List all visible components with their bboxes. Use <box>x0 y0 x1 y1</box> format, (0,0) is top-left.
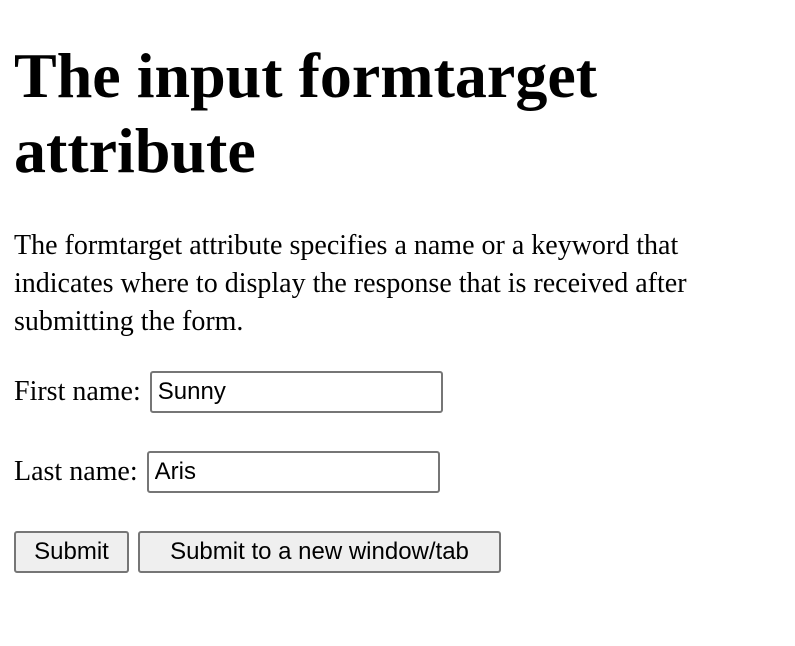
submit-button[interactable]: Submit <box>14 531 129 573</box>
description-text: The formtarget attribute specifies a nam… <box>14 230 687 337</box>
last-name-label: Last name: <box>14 456 138 487</box>
first-name-input[interactable] <box>149 371 443 413</box>
last-name-row: Last name: <box>14 451 781 493</box>
first-name-row: First name: <box>14 371 781 413</box>
name-form: First name: Last name: Submit Submit to … <box>14 371 781 573</box>
button-row: Submit Submit to a new window/tab <box>14 531 781 573</box>
first-name-label: First name: <box>14 376 141 407</box>
last-name-input[interactable] <box>146 451 440 493</box>
submit-new-window-button[interactable]: Submit to a new window/tab <box>138 531 501 573</box>
page: The input formtarget attribute The formt… <box>0 38 795 573</box>
page-title: The input formtarget attribute <box>14 40 598 186</box>
